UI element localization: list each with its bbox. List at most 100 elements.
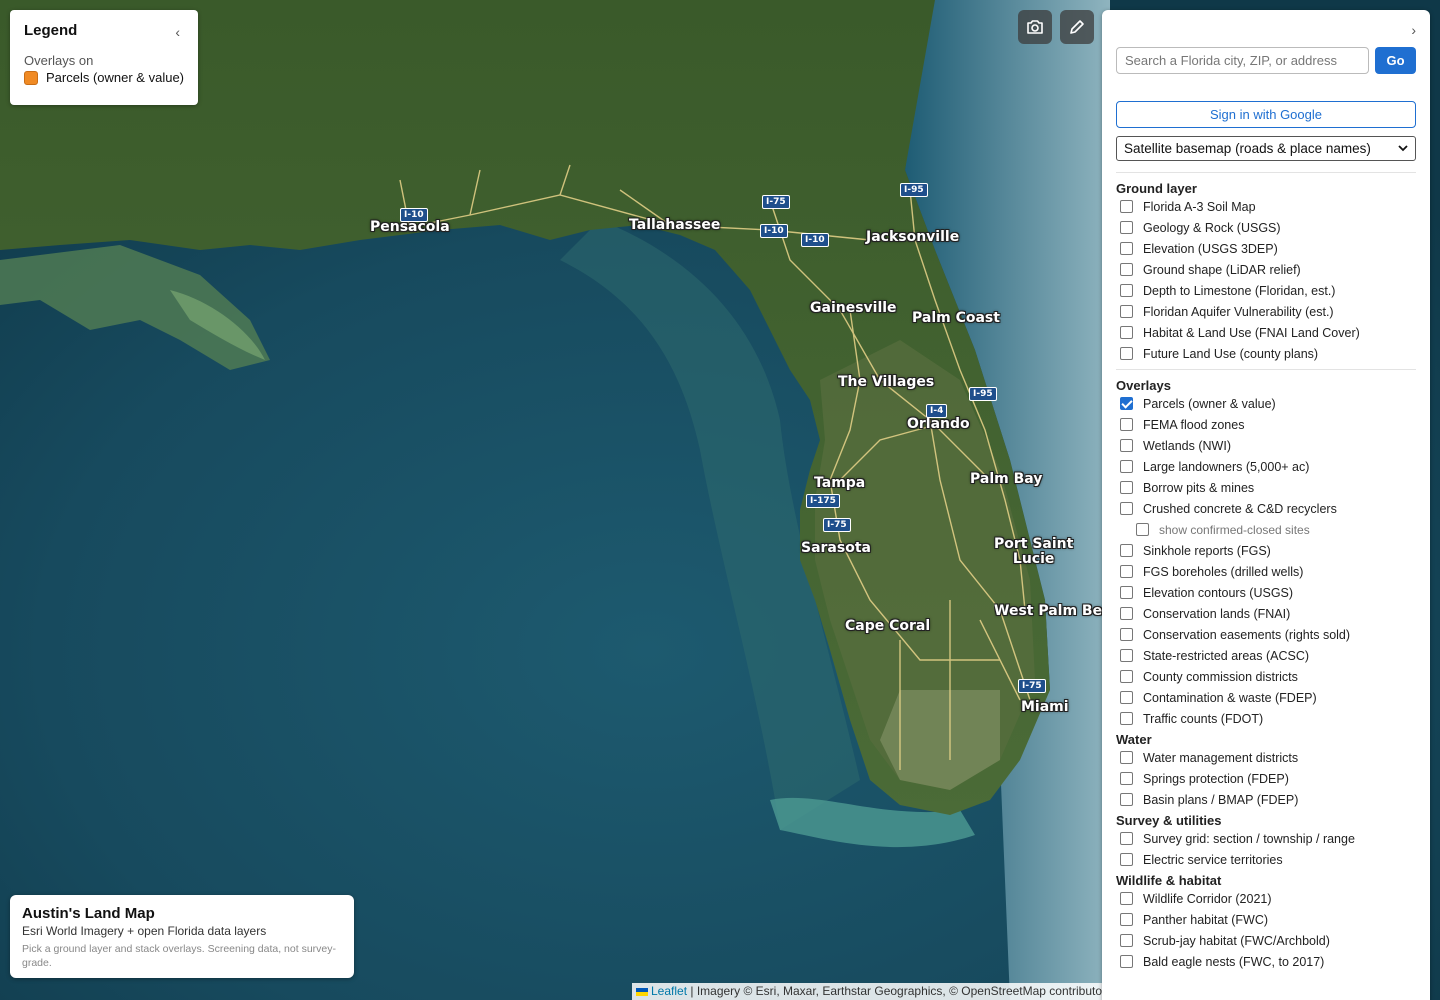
legend-subtitle: Overlays on (24, 53, 94, 68)
checkbox[interactable] (1120, 712, 1133, 725)
wildlife-option[interactable]: Wildlife Corridor (2021) (1116, 888, 1416, 909)
overlay-option[interactable]: Borrow pits & mines (1116, 477, 1416, 498)
checkbox[interactable] (1120, 607, 1133, 620)
collapse-panel-button[interactable]: › (1411, 22, 1416, 38)
survey-option[interactable]: Electric service territories (1116, 849, 1416, 870)
checkbox[interactable] (1120, 772, 1133, 785)
overlay-option[interactable]: County commission districts (1116, 666, 1416, 687)
option-label: Bald eagle nests (FWC, to 2017) (1143, 954, 1325, 969)
option-label: Scrub-jay habitat (FWC/Archbold) (1143, 933, 1330, 948)
overlay-option[interactable]: Conservation lands (FNAI) (1116, 603, 1416, 624)
option-label: Floridan Aquifer Vulnerability (est.) (1143, 304, 1334, 319)
option-label: State-restricted areas (ACSC) (1143, 648, 1310, 663)
ground-layer-option[interactable]: Depth to Limestone (Floridan, est.) (1116, 280, 1416, 301)
checkbox[interactable] (1120, 263, 1133, 276)
overlay-suboption-closed-sites[interactable]: show confirmed-closed sites (1116, 519, 1416, 540)
checkbox[interactable] (1120, 934, 1133, 947)
wildlife-option[interactable]: Panther habitat (FWC) (1116, 909, 1416, 930)
ground-layer-option[interactable]: Elevation (USGS 3DEP) (1116, 238, 1416, 259)
overlay-option[interactable]: Conservation easements (rights sold) (1116, 624, 1416, 645)
ground-layer-option[interactable]: Ground shape (LiDAR relief) (1116, 259, 1416, 280)
overlay-option[interactable]: Sinkhole reports (FGS) (1116, 540, 1416, 561)
screenshot-button[interactable] (1018, 10, 1052, 44)
checkbox[interactable] (1120, 892, 1133, 905)
overlay-option-parcels[interactable]: Parcels (owner & value) (1116, 393, 1416, 414)
checkbox[interactable] (1120, 649, 1133, 662)
checkbox[interactable] (1120, 955, 1133, 968)
checkbox[interactable] (1120, 460, 1133, 473)
option-label: Elevation contours (USGS) (1143, 585, 1294, 600)
checkbox-checked[interactable] (1120, 397, 1133, 410)
checkbox[interactable] (1120, 913, 1133, 926)
option-label: Depth to Limestone (Floridan, est.) (1143, 283, 1336, 298)
ground-layer-option[interactable]: Future Land Use (county plans) (1116, 343, 1416, 364)
ground-layer-option[interactable]: Geology & Rock (USGS) (1116, 217, 1416, 238)
interstate-shield: I-75 (1018, 679, 1046, 693)
overlay-option[interactable]: Crushed concrete & C&D recyclers (1116, 498, 1416, 519)
option-label: Florida A-3 Soil Map (1143, 199, 1256, 214)
checkbox[interactable] (1120, 439, 1133, 452)
checkbox[interactable] (1120, 628, 1133, 641)
checkbox[interactable] (1120, 565, 1133, 578)
checkbox[interactable] (1136, 523, 1149, 536)
map-attribution: Leaflet | Imagery © Esri, Maxar, Earthst… (632, 983, 1110, 1000)
checkbox[interactable] (1120, 347, 1133, 360)
section-title-water: Water (1116, 732, 1152, 747)
checkbox[interactable] (1120, 221, 1133, 234)
search-go-button[interactable]: Go (1375, 47, 1416, 74)
overlay-option[interactable]: FGS boreholes (drilled wells) (1116, 561, 1416, 582)
city-label: The Villages (838, 374, 935, 390)
interstate-shield: I-95 (969, 387, 997, 401)
water-option[interactable]: Water management districts (1116, 747, 1416, 768)
checkbox[interactable] (1120, 691, 1133, 704)
option-label: Sinkhole reports (FGS) (1143, 543, 1271, 558)
checkbox[interactable] (1120, 544, 1133, 557)
checkbox[interactable] (1120, 670, 1133, 683)
overlay-option[interactable]: Large landowners (5,000+ ac) (1116, 456, 1416, 477)
option-label: Wetlands (NWI) (1143, 438, 1231, 453)
option-label: County commission districts (1143, 669, 1298, 684)
interstate-shield: I-10 (760, 224, 788, 238)
checkbox[interactable] (1120, 326, 1133, 339)
draw-button[interactable] (1060, 10, 1094, 44)
water-option[interactable]: Springs protection (FDEP) (1116, 768, 1416, 789)
checkbox[interactable] (1120, 502, 1133, 515)
checkbox[interactable] (1120, 200, 1133, 213)
option-label: Electric service territories (1143, 852, 1283, 867)
checkbox[interactable] (1120, 751, 1133, 764)
option-label: Geology & Rock (USGS) (1143, 220, 1281, 235)
checkbox[interactable] (1120, 832, 1133, 845)
attribution-text: | Imagery © Esri, Maxar, Earthstar Geogr… (687, 984, 1110, 998)
checkbox[interactable] (1120, 586, 1133, 599)
ground-layer-list: Florida A-3 Soil Map Geology & Rock (USG… (1116, 196, 1416, 364)
layers-panel: › Go Sign in with Google Satellite basem… (1102, 10, 1430, 1000)
interstate-shield: I-10 (801, 233, 829, 247)
overlay-option[interactable]: Elevation contours (USGS) (1116, 582, 1416, 603)
checkbox[interactable] (1120, 853, 1133, 866)
city-label: Tampa (814, 475, 866, 491)
ground-layer-option[interactable]: Habitat & Land Use (FNAI Land Cover) (1116, 322, 1416, 343)
wildlife-option[interactable]: Scrub-jay habitat (FWC/Archbold) (1116, 930, 1416, 951)
overlay-option[interactable]: Contamination & waste (FDEP) (1116, 687, 1416, 708)
checkbox[interactable] (1120, 793, 1133, 806)
checkbox[interactable] (1120, 242, 1133, 255)
ground-layer-option[interactable]: Floridan Aquifer Vulnerability (est.) (1116, 301, 1416, 322)
google-sign-in-button[interactable]: Sign in with Google (1116, 101, 1416, 128)
checkbox[interactable] (1120, 481, 1133, 494)
collapse-legend-button[interactable]: ‹ (175, 24, 180, 40)
ground-layer-option[interactable]: Florida A-3 Soil Map (1116, 196, 1416, 217)
water-option[interactable]: Basin plans / BMAP (FDEP) (1116, 789, 1416, 810)
checkbox[interactable] (1120, 418, 1133, 431)
overlay-option[interactable]: State-restricted areas (ACSC) (1116, 645, 1416, 666)
checkbox[interactable] (1120, 305, 1133, 318)
city-label: Tallahassee (629, 217, 721, 233)
basemap-select[interactable]: Satellite basemap (roads & place names) (1116, 136, 1416, 161)
leaflet-link[interactable]: Leaflet (651, 984, 687, 998)
checkbox[interactable] (1120, 284, 1133, 297)
search-input[interactable] (1116, 47, 1369, 74)
survey-option[interactable]: Survey grid: section / township / range (1116, 828, 1416, 849)
wildlife-option[interactable]: Bald eagle nests (FWC, to 2017) (1116, 951, 1416, 972)
overlay-option[interactable]: Traffic counts (FDOT) (1116, 708, 1416, 729)
overlay-option[interactable]: Wetlands (NWI) (1116, 435, 1416, 456)
overlay-option[interactable]: FEMA flood zones (1116, 414, 1416, 435)
